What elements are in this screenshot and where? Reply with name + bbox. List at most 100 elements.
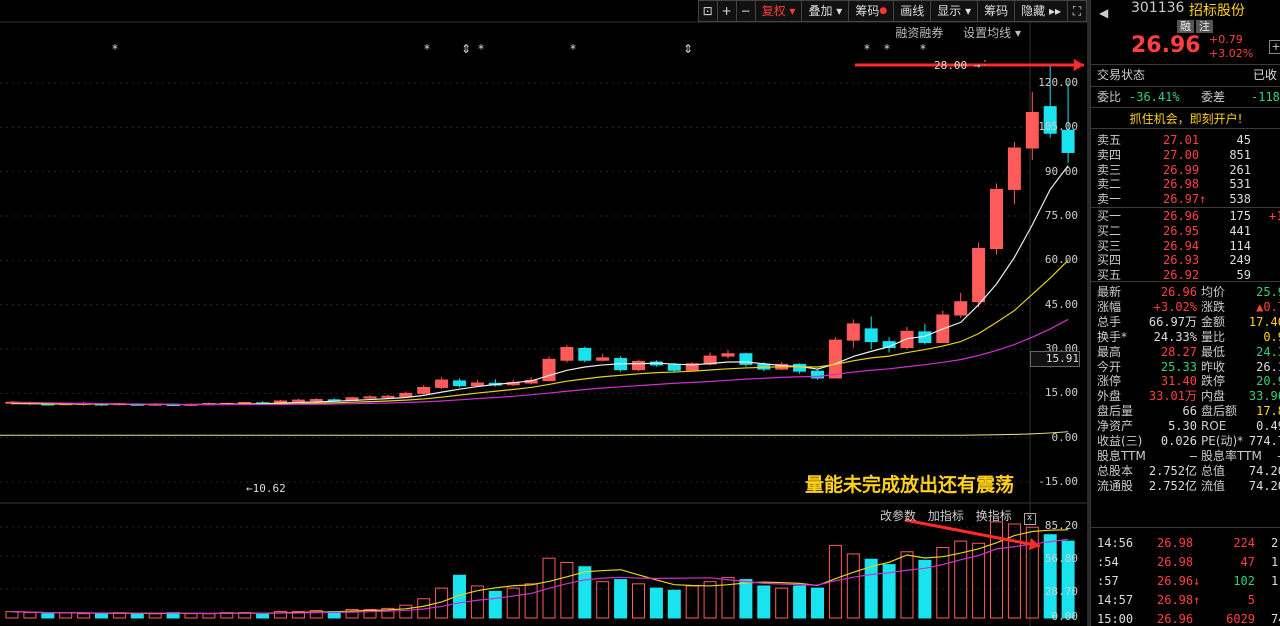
ma-line-white xyxy=(12,165,1069,406)
chart-subbar: 融资融券 设置均线 ▾ xyxy=(879,24,1021,41)
event-marker[interactable]: * xyxy=(920,42,926,56)
tick-row: 14:56 26.98 224 2 xyxy=(1097,536,1279,550)
volume-bar xyxy=(560,561,574,619)
volume-bar xyxy=(793,585,807,619)
kline-chart-svg[interactable] xyxy=(0,0,1087,626)
candle xyxy=(542,356,556,382)
hide-button[interactable]: 隐藏 ▸▸ xyxy=(1014,0,1068,22)
draw-line-button[interactable]: 画线 xyxy=(893,0,932,22)
candle-body xyxy=(1007,147,1021,190)
low-annotation: ←10.62 xyxy=(246,482,286,495)
volume-bar xyxy=(811,587,824,619)
bid-row[interactable]: 买二 26.95 441 xyxy=(1097,224,1280,239)
bid-row[interactable]: 买一26.96175+1 xyxy=(1097,209,1280,224)
event-marker[interactable]: * xyxy=(478,42,484,56)
tick-row: :54 26.98 47 1 xyxy=(1097,555,1279,569)
volume-bar xyxy=(41,613,55,619)
switch-indicator-button[interactable]: 换指标 xyxy=(976,509,1012,523)
chip2-button[interactable]: 筹码 xyxy=(977,0,1016,22)
candle xyxy=(291,398,305,403)
ask-row[interactable]: 卖一 26.97↑ 538 xyxy=(1097,192,1280,207)
volume-bar xyxy=(685,585,699,619)
ask-row[interactable]: 卖三 26.99 261 xyxy=(1097,163,1280,178)
fuquan-button[interactable]: 复权 ▾ xyxy=(754,0,803,22)
ask-row[interactable]: 卖二 26.98 531 xyxy=(1097,177,1280,192)
volume-tools: 改参数 加指标 换指标 x xyxy=(880,507,1044,525)
volume-bar xyxy=(1043,534,1057,619)
margin-trading-link[interactable]: 融资融券 xyxy=(895,26,943,40)
volume-bar xyxy=(488,590,502,619)
tick-row: 15:0026.96602974 xyxy=(1097,612,1280,626)
event-marker[interactable]: ⇕ xyxy=(683,42,693,56)
candle xyxy=(1007,142,1021,205)
event-marker[interactable]: * xyxy=(112,42,118,56)
volume-bar xyxy=(900,551,914,619)
event-marker[interactable]: * xyxy=(570,42,576,56)
stat-row: 最新26.96均价25.9 xyxy=(1097,285,1280,299)
add-watchlist-icon[interactable]: + xyxy=(1269,40,1280,54)
ask-row[interactable]: 卖五 27.01 45 xyxy=(1097,133,1280,148)
price-tick-label: 90.00 xyxy=(1044,164,1078,178)
volume-bar xyxy=(757,585,771,619)
candle-body xyxy=(900,330,914,349)
stat-row: 流通股2.752亿流值74.20 xyxy=(1097,478,1280,493)
expand-icon[interactable]: ⛶ xyxy=(1067,0,1087,22)
candle xyxy=(453,378,466,388)
stat-row: 涨幅+3.02%涨跌▲0.7 xyxy=(1097,299,1280,314)
candle xyxy=(721,350,735,359)
price-tick-label: 105.00 xyxy=(1038,120,1078,134)
candle-body xyxy=(864,328,878,343)
candle xyxy=(417,385,431,395)
event-marker[interactable]: ⇕ xyxy=(461,42,471,56)
change-pct: +3.02% xyxy=(1209,47,1254,60)
candle xyxy=(632,359,645,372)
lock-icon[interactable]: ⊡ xyxy=(697,0,718,22)
minus-icon[interactable]: − xyxy=(735,0,756,22)
stat-row: 最高28.27最低24.3 xyxy=(1097,344,1280,359)
ma-setting-link[interactable]: 设置均线 ▾ xyxy=(963,26,1021,40)
candle-body xyxy=(667,364,681,371)
candle xyxy=(864,316,878,349)
volume-bar xyxy=(721,576,735,619)
candle xyxy=(578,346,592,363)
user-annotation-text: 量能未完成放出还有震荡 xyxy=(805,474,1015,496)
candle-body xyxy=(363,396,377,399)
candle xyxy=(972,242,986,308)
overlay-button[interactable]: 叠加 ▾ xyxy=(801,0,850,22)
volume-tick-label: 28.70 xyxy=(1044,585,1078,598)
price-tick-label: -15.00 xyxy=(1038,475,1078,488)
candles xyxy=(5,65,1075,619)
bid-row[interactable]: 买三 26.94 114 xyxy=(1097,239,1280,254)
volume-bar xyxy=(667,589,681,619)
candle xyxy=(954,292,968,318)
event-marker[interactable]: * xyxy=(424,42,430,56)
candle-body xyxy=(453,380,466,387)
stat-row: 涨停31.40跌停20.9 xyxy=(1097,374,1280,389)
candle-body xyxy=(578,347,592,361)
add-indicator-button[interactable]: 加指标 xyxy=(928,509,964,523)
bid-row[interactable]: 买四 26.93 249 xyxy=(1097,253,1280,268)
grid xyxy=(0,21,1087,626)
volume-bar xyxy=(1007,523,1021,619)
price-tick-label: 0.00 xyxy=(1051,430,1079,444)
ask-row[interactable]: 卖四 27.00 851 xyxy=(1097,148,1280,163)
stock-name[interactable]: 招标股份 xyxy=(1189,0,1245,20)
kline-chart-area[interactable]: ⊡ + − 复权 ▾ 叠加 ▾ 筹码● 画线 显示 ▾ 筹码 隐藏 ▸▸ ⛶ 融… xyxy=(0,0,1087,626)
margin-tag: 融 xyxy=(1177,20,1194,33)
plus-icon[interactable]: + xyxy=(716,0,737,22)
display-button[interactable]: 显示 ▾ xyxy=(930,0,979,22)
promo-banner[interactable]: 抓住机会，即刻开户! xyxy=(1091,110,1280,127)
candle xyxy=(560,344,574,363)
collapse-icon[interactable]: ◀ xyxy=(1099,6,1108,20)
event-marker[interactable]: * xyxy=(864,42,870,56)
event-marker[interactable]: * xyxy=(884,42,890,56)
stat-row: 总手66.97万金额17.40 xyxy=(1097,314,1280,329)
candle-body xyxy=(470,382,484,387)
stock-tags: 融注 xyxy=(1177,18,1215,34)
change-params-button[interactable]: 改参数 xyxy=(880,509,916,523)
volume-bar xyxy=(202,613,216,619)
candle-body xyxy=(632,360,645,371)
chip-button[interactable]: 筹码● xyxy=(848,0,895,22)
candle xyxy=(381,394,395,399)
candle xyxy=(828,337,842,379)
